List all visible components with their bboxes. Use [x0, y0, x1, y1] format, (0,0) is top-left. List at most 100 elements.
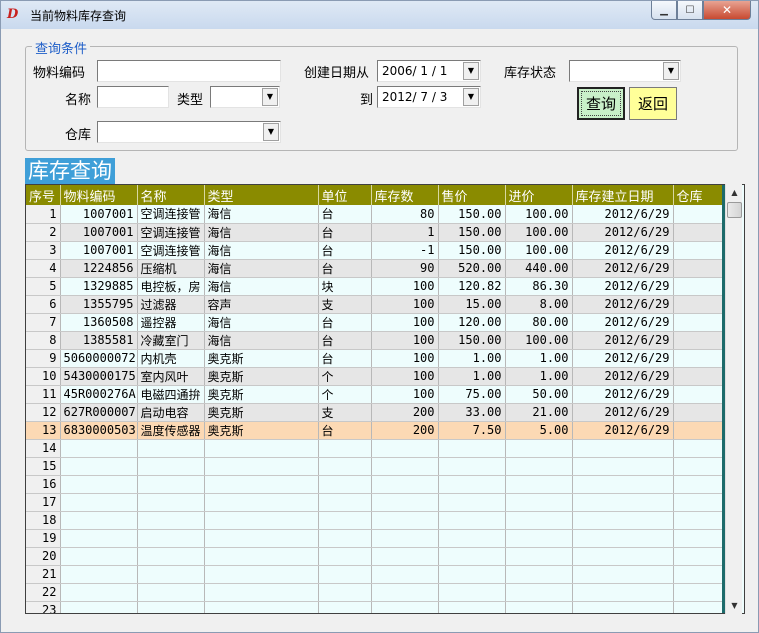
table-cell[interactable]: 遥控器	[137, 313, 205, 332]
maximize-button[interactable]: ☐	[677, 1, 703, 20]
table-cell[interactable]	[371, 529, 439, 548]
table-cell[interactable]	[438, 565, 506, 584]
stock-status-select[interactable]: ▼	[569, 60, 681, 82]
table-cell[interactable]	[318, 457, 372, 476]
table-cell[interactable]	[673, 385, 725, 404]
table-cell[interactable]: 17	[26, 493, 61, 512]
table-cell[interactable]: 支	[318, 295, 372, 314]
table-cell[interactable]: 电控板，房	[137, 277, 205, 296]
table-cell[interactable]: 100	[371, 277, 439, 296]
table-cell[interactable]: 440.00	[505, 259, 573, 278]
table-cell[interactable]	[60, 511, 138, 530]
column-header[interactable]: 进价	[505, 185, 573, 205]
table-cell[interactable]: 台	[318, 205, 372, 224]
table-cell[interactable]: 80	[371, 205, 439, 224]
table-cell[interactable]	[60, 475, 138, 494]
table-cell[interactable]	[318, 529, 372, 548]
table-cell[interactable]	[204, 457, 319, 476]
table-cell[interactable]: 5060000072	[60, 349, 138, 368]
table-row-empty[interactable]: 21	[26, 565, 725, 584]
table-cell[interactable]	[505, 565, 573, 584]
chevron-down-icon[interactable]: ▼	[263, 123, 279, 141]
table-cell[interactable]	[673, 439, 725, 458]
table-cell[interactable]: -1	[371, 241, 439, 260]
table-cell[interactable]: 8.00	[505, 295, 573, 314]
table-cell[interactable]: 6830000503	[60, 421, 138, 440]
table-cell[interactable]: 2012/6/29	[572, 403, 674, 422]
table-cell[interactable]	[572, 457, 674, 476]
date-from-picker[interactable]: 2006/ 1 / 1 ▼	[377, 60, 481, 82]
table-cell[interactable]: 奥克斯	[204, 349, 319, 368]
table-cell[interactable]	[371, 457, 439, 476]
table-row[interactable]: 10 5430000175 室内风叶 奥克斯个 100 1.00 1.00 2012/6/29	[26, 367, 725, 386]
table-cell[interactable]	[673, 205, 725, 224]
table-cell[interactable]: 200	[371, 421, 439, 440]
table-cell[interactable]: 120.00	[438, 313, 506, 332]
table-cell[interactable]	[204, 439, 319, 458]
table-cell[interactable]: 1385581	[60, 331, 138, 350]
table-cell[interactable]: 9	[26, 349, 61, 368]
table-cell[interactable]: 海信	[204, 205, 319, 224]
table-cell[interactable]: 100	[371, 313, 439, 332]
table-cell[interactable]	[60, 601, 138, 613]
table-cell[interactable]	[371, 439, 439, 458]
table-cell[interactable]: 2012/6/29	[572, 313, 674, 332]
table-cell[interactable]: 海信	[204, 223, 319, 242]
table-cell[interactable]: 5	[26, 277, 61, 296]
table-cell[interactable]	[137, 493, 205, 512]
table-cell[interactable]: 21	[26, 565, 61, 584]
table-cell[interactable]: 空调连接管	[137, 241, 205, 260]
table-row-empty[interactable]: 20	[26, 547, 725, 566]
table-cell[interactable]	[137, 457, 205, 476]
table-row[interactable]: 12 627R000007 启动电容 奥克斯支 200 33.00 21.00 2012/6/…	[26, 403, 725, 422]
column-header[interactable]: 物料编码	[60, 185, 138, 205]
table-cell[interactable]: 2012/6/29	[572, 241, 674, 260]
table-cell[interactable]	[438, 511, 506, 530]
table-cell[interactable]	[137, 511, 205, 530]
back-button[interactable]: 返回	[629, 87, 677, 120]
table-cell[interactable]	[60, 565, 138, 584]
table-cell[interactable]: 13	[26, 421, 61, 440]
table-cell[interactable]: 台	[318, 331, 372, 350]
close-button[interactable]: ✕	[703, 1, 751, 20]
table-row[interactable]: 6 1355795 过滤器 容声支 100 15.00 8.00 2012/6/29	[26, 295, 725, 314]
table-cell[interactable]: 台	[318, 349, 372, 368]
table-cell[interactable]: 75.00	[438, 385, 506, 404]
table-cell[interactable]	[673, 331, 725, 350]
table-cell[interactable]	[438, 439, 506, 458]
table-cell[interactable]: 海信	[204, 277, 319, 296]
table-cell[interactable]	[60, 547, 138, 566]
table-cell[interactable]	[673, 241, 725, 260]
table-cell[interactable]: 20	[26, 547, 61, 566]
table-cell[interactable]: 奥克斯	[204, 385, 319, 404]
table-cell[interactable]: 520.00	[438, 259, 506, 278]
table-cell[interactable]: 6	[26, 295, 61, 314]
table-cell[interactable]: 100.00	[505, 241, 573, 260]
table-cell[interactable]: 1	[26, 205, 61, 224]
table-cell[interactable]: 22	[26, 583, 61, 602]
table-cell[interactable]	[137, 529, 205, 548]
table-cell[interactable]: 5430000175	[60, 367, 138, 386]
table-cell[interactable]: 86.30	[505, 277, 573, 296]
table-cell[interactable]: 块	[318, 277, 372, 296]
column-header[interactable]: 序号	[26, 185, 61, 205]
table-cell[interactable]	[505, 475, 573, 494]
table-cell[interactable]	[572, 439, 674, 458]
table-cell[interactable]: 奥克斯	[204, 367, 319, 386]
column-header[interactable]: 售价	[438, 185, 506, 205]
table-cell[interactable]: 200	[371, 403, 439, 422]
table-cell[interactable]	[673, 511, 725, 530]
table-cell[interactable]	[673, 403, 725, 422]
table-cell[interactable]	[673, 349, 725, 368]
table-cell[interactable]	[438, 601, 506, 613]
table-cell[interactable]	[505, 601, 573, 613]
table-cell[interactable]	[673, 565, 725, 584]
table-cell[interactable]	[204, 583, 319, 602]
table-cell[interactable]: 冷藏室门	[137, 331, 205, 350]
table-cell[interactable]	[438, 583, 506, 602]
table-cell[interactable]	[318, 439, 372, 458]
table-cell[interactable]: 1360508	[60, 313, 138, 332]
table-cell[interactable]	[137, 601, 205, 613]
table-row-empty[interactable]: 15	[26, 457, 725, 476]
table-cell[interactable]: 627R000007	[60, 403, 138, 422]
